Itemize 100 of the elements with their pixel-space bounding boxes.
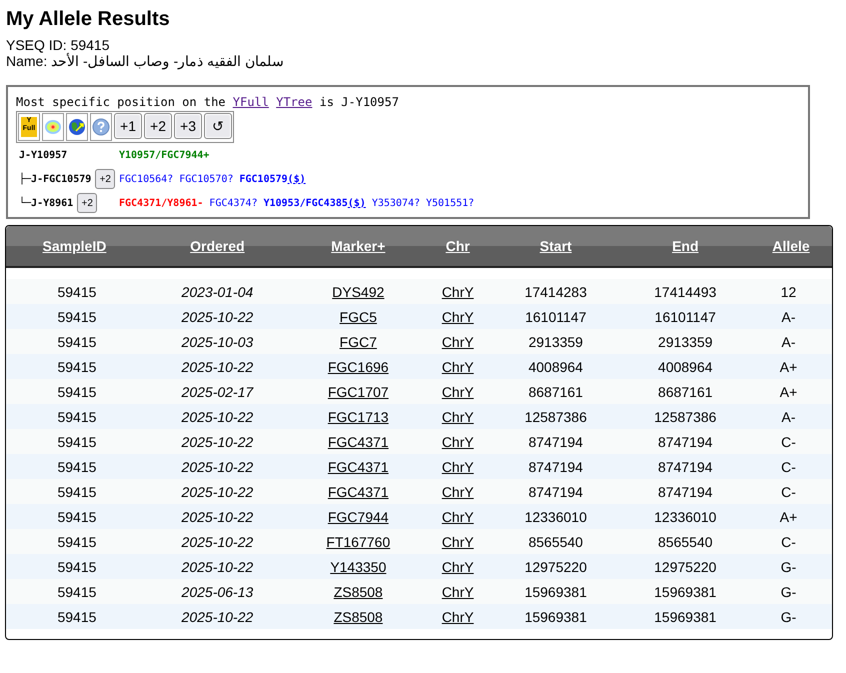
table-cell: 59415	[57, 508, 96, 524]
table-cell: 59415	[57, 384, 96, 400]
node-name: └─J-Y8961	[19, 198, 74, 208]
table-cell: A+	[780, 508, 798, 524]
marker-link[interactable]: FGC5	[340, 308, 377, 324]
table-cell: 12	[780, 284, 796, 300]
table-cell: 15969381	[524, 584, 587, 600]
table-cell: 8565540	[658, 534, 713, 550]
table-cell: 59415	[57, 608, 96, 624]
customer-name: Name: سلمان الفقيه ذمار- وصاب السافل- الأحد	[6, 53, 285, 69]
node-name: J-Y10957	[19, 150, 68, 160]
snp-label: FGC10579($)	[239, 174, 306, 184]
tree-link[interactable]: YFull	[232, 95, 269, 109]
table-cell: 12587386	[524, 408, 587, 424]
table-cell: 2025-10-22	[182, 534, 254, 550]
table-cell: 2025-10-22	[182, 458, 254, 474]
table-cell: 59415	[57, 584, 96, 600]
snp-label: Y501551?	[426, 198, 474, 208]
table-cell: 2025-10-22	[182, 484, 254, 500]
column-header[interactable]: Marker+	[331, 238, 386, 254]
table-cell: C-	[781, 534, 796, 550]
table-cell: 2025-10-22	[182, 558, 254, 574]
expand-button[interactable]: +2	[77, 193, 98, 213]
table-cell: 8747194	[658, 434, 713, 450]
table-cell: 12336010	[524, 508, 587, 524]
table-cell: 8747194	[528, 434, 583, 450]
tree-link[interactable]: YTree	[276, 95, 312, 109]
snp-label: FGC4374?	[209, 198, 258, 208]
snp-label: FGC4371/Y8961-	[119, 198, 204, 208]
table-cell: 8565540	[528, 534, 583, 550]
column-header[interactable]: SampleID	[42, 238, 106, 254]
table-cell: A-	[782, 308, 796, 324]
snp-label: FGC10564?	[119, 174, 174, 184]
table-cell: C-	[781, 484, 796, 500]
column-header[interactable]: Start	[540, 238, 572, 254]
table-cell: A+	[780, 358, 798, 374]
table-cell: 2025-02-17	[182, 384, 254, 400]
table-cell: 4008964	[658, 358, 713, 374]
table-cell: A+	[780, 384, 798, 400]
table-cell: A-	[782, 408, 796, 424]
table-cell: 4008964	[528, 358, 583, 374]
snp-label: FGC10570?	[179, 174, 234, 184]
table-cell: 59415	[57, 334, 96, 350]
node-name: ├─J-FGC10579	[19, 174, 92, 184]
expand-button[interactable]: +2	[95, 169, 116, 189]
table-cell: 2025-10-22	[182, 358, 254, 374]
globe-icon[interactable]	[68, 118, 86, 136]
table-cell: 59415	[57, 534, 96, 550]
tree-button[interactable]: +3	[174, 113, 202, 139]
table-cell: G-	[780, 608, 796, 624]
table-cell: 59415	[57, 558, 96, 574]
tree-button[interactable]: +2	[144, 113, 172, 139]
table-cell: 17414493	[654, 284, 716, 300]
page-title: My Allele Results	[6, 8, 171, 31]
table-cell: 2023-01-04	[182, 284, 254, 300]
table-cell: 16101147	[654, 308, 716, 324]
column-header[interactable]: Ordered	[190, 238, 245, 254]
table-cell: 59415	[57, 308, 96, 324]
snp-label: Y10957/FGC7944+	[119, 150, 210, 160]
table-cell: 12336010	[654, 508, 716, 524]
marker-link[interactable]: FGC7	[340, 334, 377, 350]
table-cell: G-	[780, 558, 796, 574]
table-cell: 15969381	[524, 608, 587, 624]
position-text: is J-Y10957	[319, 95, 399, 109]
table-cell: 2025-10-22	[182, 508, 254, 524]
table-cell: A-	[782, 334, 796, 350]
table-cell: 59415	[57, 484, 96, 500]
table-cell: 15969381	[654, 608, 716, 624]
table-cell: 12587386	[654, 408, 716, 424]
table-cell: 59415	[57, 458, 96, 474]
yseq-id: YSEQ ID: 59415	[6, 37, 111, 53]
table-cell: 8747194	[528, 484, 583, 500]
snp-link[interactable]: ($)	[288, 174, 306, 184]
table-cell: 2025-10-22	[182, 308, 254, 324]
table-cell: 2025-10-03	[182, 334, 254, 350]
table-cell: C-	[781, 458, 796, 474]
table-cell: C-	[781, 434, 796, 450]
table-cell: 59415	[57, 408, 96, 424]
column-header[interactable]: End	[672, 238, 699, 254]
table-cell: 2025-06-13	[182, 584, 254, 600]
column-header[interactable]: Allele	[772, 238, 810, 254]
table-cell: 12975220	[654, 558, 716, 574]
table-cell: 59415	[57, 358, 96, 374]
help-icon[interactable]	[92, 118, 110, 136]
table-cell: G-	[780, 584, 796, 600]
snp-link[interactable]: ($)	[348, 198, 366, 208]
snp-label: Y10953/FGC4385($)	[263, 198, 366, 208]
table-cell: 2913359	[528, 334, 583, 350]
tree-button[interactable]: ↺	[204, 113, 232, 139]
column-header[interactable]: Chr	[446, 238, 470, 254]
table-cell: 17414283	[524, 284, 587, 300]
heatmap-icon[interactable]	[44, 118, 62, 136]
table-cell: 2913359	[658, 334, 713, 350]
table-cell: 8747194	[658, 484, 713, 500]
tree-button[interactable]: +1	[114, 113, 142, 139]
snp-label: Y353074?	[372, 198, 420, 208]
table-cell: 2025-10-22	[182, 608, 254, 624]
table-cell: 8687161	[658, 384, 713, 400]
table-cell: 8687161	[528, 384, 583, 400]
table-cell: 59415	[57, 434, 96, 450]
